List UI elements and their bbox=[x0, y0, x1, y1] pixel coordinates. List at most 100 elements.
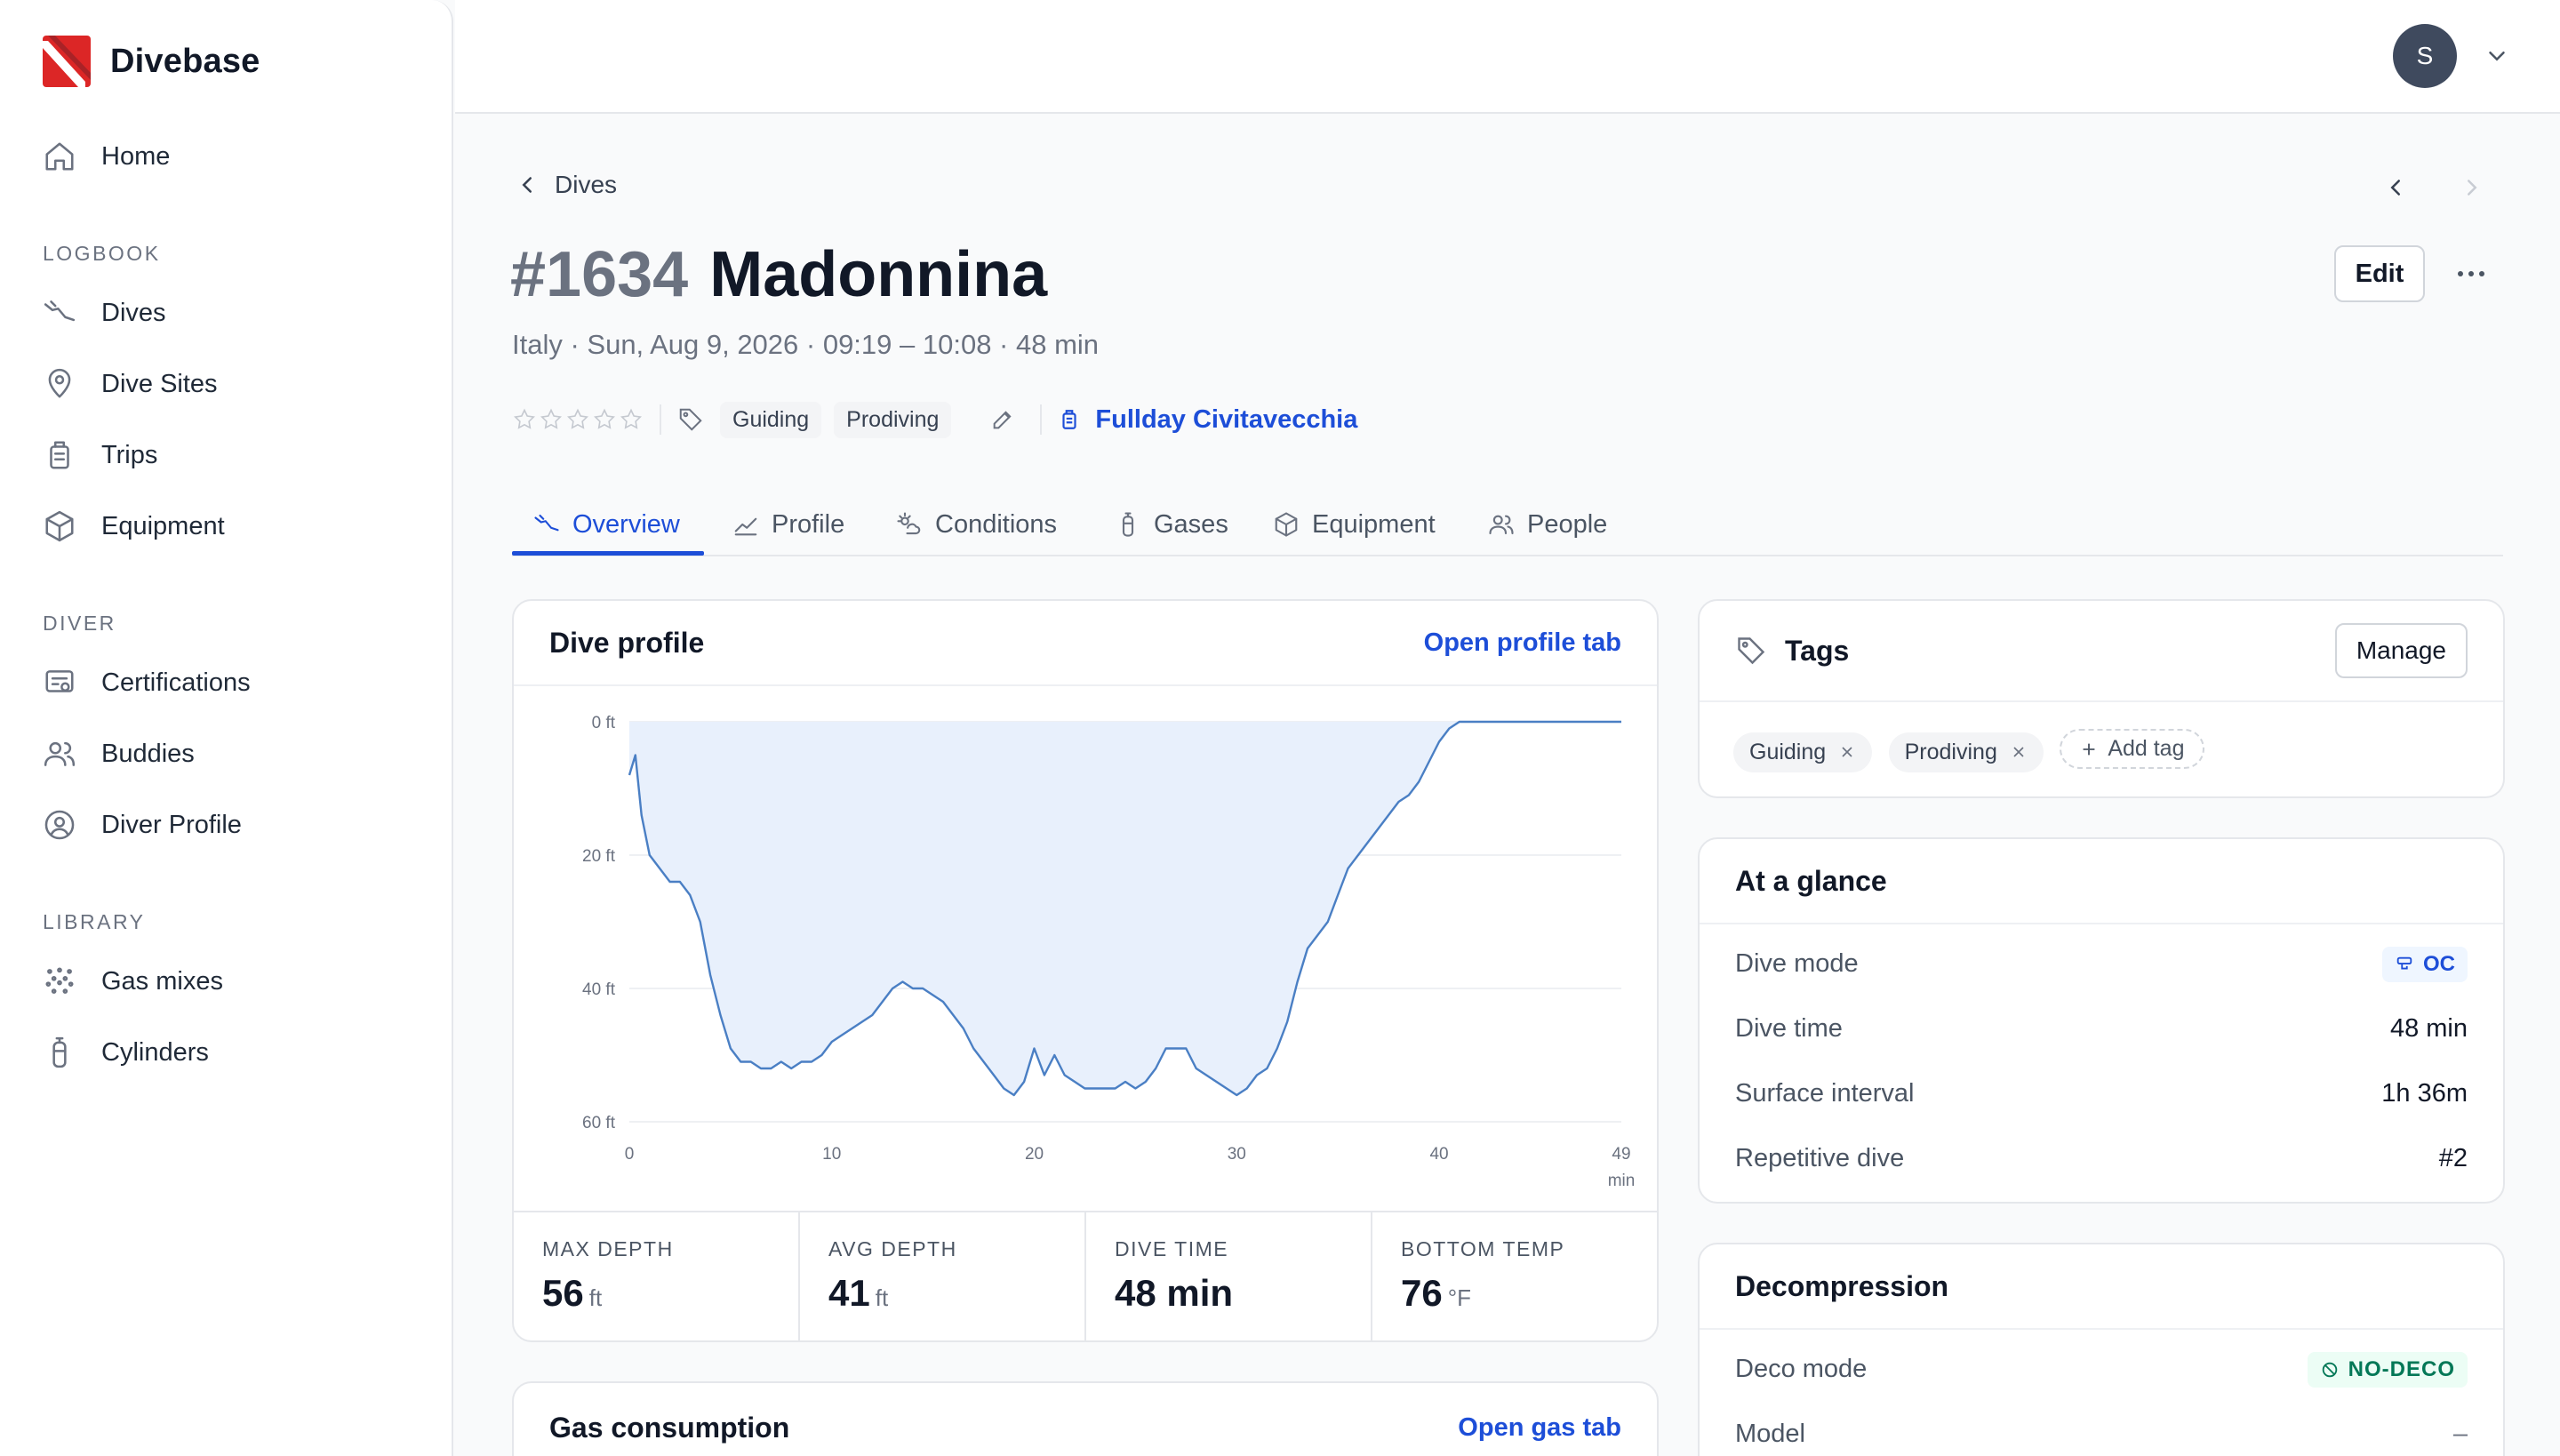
profile-area bbox=[629, 722, 1621, 1095]
star-icon[interactable] bbox=[565, 407, 590, 432]
sidebar-item-gas-mixes[interactable]: Gas mixes bbox=[43, 956, 223, 1006]
tab-label: Conditions bbox=[935, 509, 1058, 539]
y-tick-label: 20 ft bbox=[582, 847, 616, 866]
row-label: Deco mode bbox=[1735, 1355, 1868, 1383]
tags-card: Tags Manage Guiding Prodiving Add tag bbox=[1698, 599, 2505, 798]
sidebar-item-diver-profile[interactable]: Diver Profile bbox=[43, 800, 242, 850]
close-icon[interactable] bbox=[2010, 743, 2028, 761]
tab-people[interactable]: People bbox=[1488, 494, 1607, 555]
next-dive-icon[interactable] bbox=[2459, 174, 2485, 201]
sidebar-item-home[interactable]: Home bbox=[43, 132, 170, 181]
sidebar-item-certifications[interactable]: Certifications bbox=[43, 658, 251, 708]
stat-label: DIVE TIME bbox=[1115, 1237, 1229, 1260]
tag-chip: Guiding bbox=[1733, 732, 1873, 772]
stat-value: 56 bbox=[542, 1272, 584, 1314]
sidebar-item-label: Dive Sites bbox=[101, 369, 218, 398]
dive-meta-row: Guiding Prodiving Fullday Civitavecchia bbox=[512, 401, 1357, 438]
open-circuit-icon bbox=[2396, 956, 2412, 969]
stat-label: MAX DEPTH bbox=[542, 1237, 674, 1260]
add-tag-button[interactable]: Add tag bbox=[2060, 729, 2204, 769]
tag-label: Guiding bbox=[1749, 739, 1827, 764]
x-axis-unit: min bbox=[1608, 1172, 1636, 1190]
sidebar-item-dive-sites[interactable]: Dive Sites bbox=[43, 359, 218, 409]
sidebar: Divebase Home LOGBOOK Dives Dive Sites T… bbox=[0, 0, 453, 1456]
chevron-left-icon bbox=[522, 177, 532, 193]
tab-label: Gases bbox=[1154, 509, 1228, 539]
stat-label: AVG DEPTH bbox=[828, 1237, 957, 1260]
sidebar-item-trips[interactable]: Trips bbox=[43, 430, 157, 480]
avatar[interactable]: S bbox=[2393, 24, 2457, 88]
tag-chip[interactable]: Guiding bbox=[720, 401, 822, 438]
manage-tags-button[interactable]: Manage bbox=[2334, 623, 2468, 678]
divider bbox=[1040, 404, 1043, 435]
stat-avg-depth: AVG DEPTH 41 ft bbox=[800, 1212, 1086, 1340]
luggage-icon bbox=[50, 441, 69, 469]
y-tick-label: 40 ft bbox=[582, 980, 616, 999]
row-label: Dive mode bbox=[1735, 949, 1859, 978]
sidebar-item-label: Home bbox=[101, 141, 171, 171]
sidebar-item-dives[interactable]: Dives bbox=[43, 288, 166, 338]
stat-dive-time: DIVE TIME 48 min bbox=[1086, 1212, 1372, 1340]
tag-icon bbox=[679, 408, 702, 431]
section-diver: DIVER bbox=[43, 612, 116, 635]
page-title: #1634 Madonnina bbox=[510, 238, 1047, 311]
sidebar-item-label: Cylinders bbox=[101, 1037, 209, 1067]
tab-conditions[interactable]: Conditions bbox=[896, 494, 1057, 555]
x-tick-label: 20 bbox=[1025, 1145, 1044, 1164]
edit-tags-icon[interactable] bbox=[990, 407, 1015, 432]
open-gas-tab-link[interactable]: Open gas tab bbox=[1458, 1413, 1621, 1443]
sidebar-item-cylinders[interactable]: Cylinders bbox=[43, 1028, 209, 1077]
x-tick-label: 10 bbox=[822, 1145, 841, 1164]
tab-gases[interactable]: Gases bbox=[1115, 494, 1228, 555]
brand[interactable]: Divebase bbox=[43, 36, 260, 87]
section-logbook: LOGBOOK bbox=[43, 242, 161, 265]
row-value: OC bbox=[2423, 951, 2455, 976]
x-tick-label: 30 bbox=[1228, 1145, 1246, 1164]
star-icon[interactable] bbox=[512, 407, 537, 432]
card-title: Tags bbox=[1785, 634, 1850, 667]
stat-value: 76 bbox=[1401, 1272, 1443, 1314]
card-title: Gas consumption bbox=[549, 1411, 790, 1444]
star-icon[interactable] bbox=[619, 407, 644, 432]
star-icon[interactable] bbox=[592, 407, 617, 432]
tab-label: Profile bbox=[772, 509, 845, 539]
tag-chip[interactable]: Prodiving bbox=[834, 401, 952, 438]
users-icon bbox=[44, 741, 76, 766]
tab-profile[interactable]: Profile bbox=[732, 494, 844, 555]
dive-mode-badge: OC bbox=[2382, 946, 2468, 982]
row-label: Repetitive dive bbox=[1735, 1144, 1905, 1172]
sidebar-item-label: Certifications bbox=[101, 668, 251, 697]
tab-equipment[interactable]: Equipment bbox=[1273, 494, 1436, 555]
close-icon[interactable] bbox=[1838, 743, 1856, 761]
previous-dive-icon[interactable] bbox=[2382, 174, 2409, 201]
topbar: S bbox=[455, 0, 2560, 114]
users-icon bbox=[1489, 515, 1514, 535]
chevron-down-icon[interactable] bbox=[2484, 43, 2510, 69]
card-title: Decompression bbox=[1735, 1269, 1949, 1302]
row-label: Dive time bbox=[1735, 1014, 1843, 1043]
dive-number: #1634 bbox=[510, 239, 689, 310]
sidebar-item-equipment[interactable]: Equipment bbox=[43, 501, 225, 551]
star-icon[interactable] bbox=[539, 407, 564, 432]
sun-cloud-icon bbox=[897, 512, 921, 535]
x-tick-label: 49 bbox=[1612, 1145, 1630, 1164]
chart-line-icon bbox=[734, 517, 757, 536]
rating-stars[interactable] bbox=[512, 407, 644, 432]
row-value: #2 bbox=[2438, 1144, 2468, 1172]
tab-overview[interactable]: Overview bbox=[533, 494, 680, 555]
trip-link[interactable]: Fullday Civitavecchia bbox=[1058, 405, 1357, 435]
glance-row-dive-mode: Dive mode OC bbox=[1700, 932, 2503, 996]
dots-grid-icon bbox=[45, 967, 74, 994]
section-library: LIBRARY bbox=[43, 910, 146, 933]
stat-value: 48 min bbox=[1115, 1272, 1234, 1314]
breadcrumb[interactable]: Dives bbox=[514, 171, 617, 199]
sidebar-item-buddies[interactable]: Buddies bbox=[43, 729, 195, 779]
open-profile-tab-link[interactable]: Open profile tab bbox=[1424, 628, 1621, 658]
more-options-icon[interactable] bbox=[2452, 258, 2491, 290]
row-label: Model bbox=[1735, 1420, 1805, 1448]
card-title: Dive profile bbox=[549, 626, 705, 659]
cylinder-icon bbox=[52, 1036, 67, 1068]
tag-list: Guiding Prodiving Add tag bbox=[1700, 702, 2503, 799]
edit-button[interactable]: Edit bbox=[2334, 245, 2425, 302]
tab-label: Equipment bbox=[1312, 509, 1436, 539]
